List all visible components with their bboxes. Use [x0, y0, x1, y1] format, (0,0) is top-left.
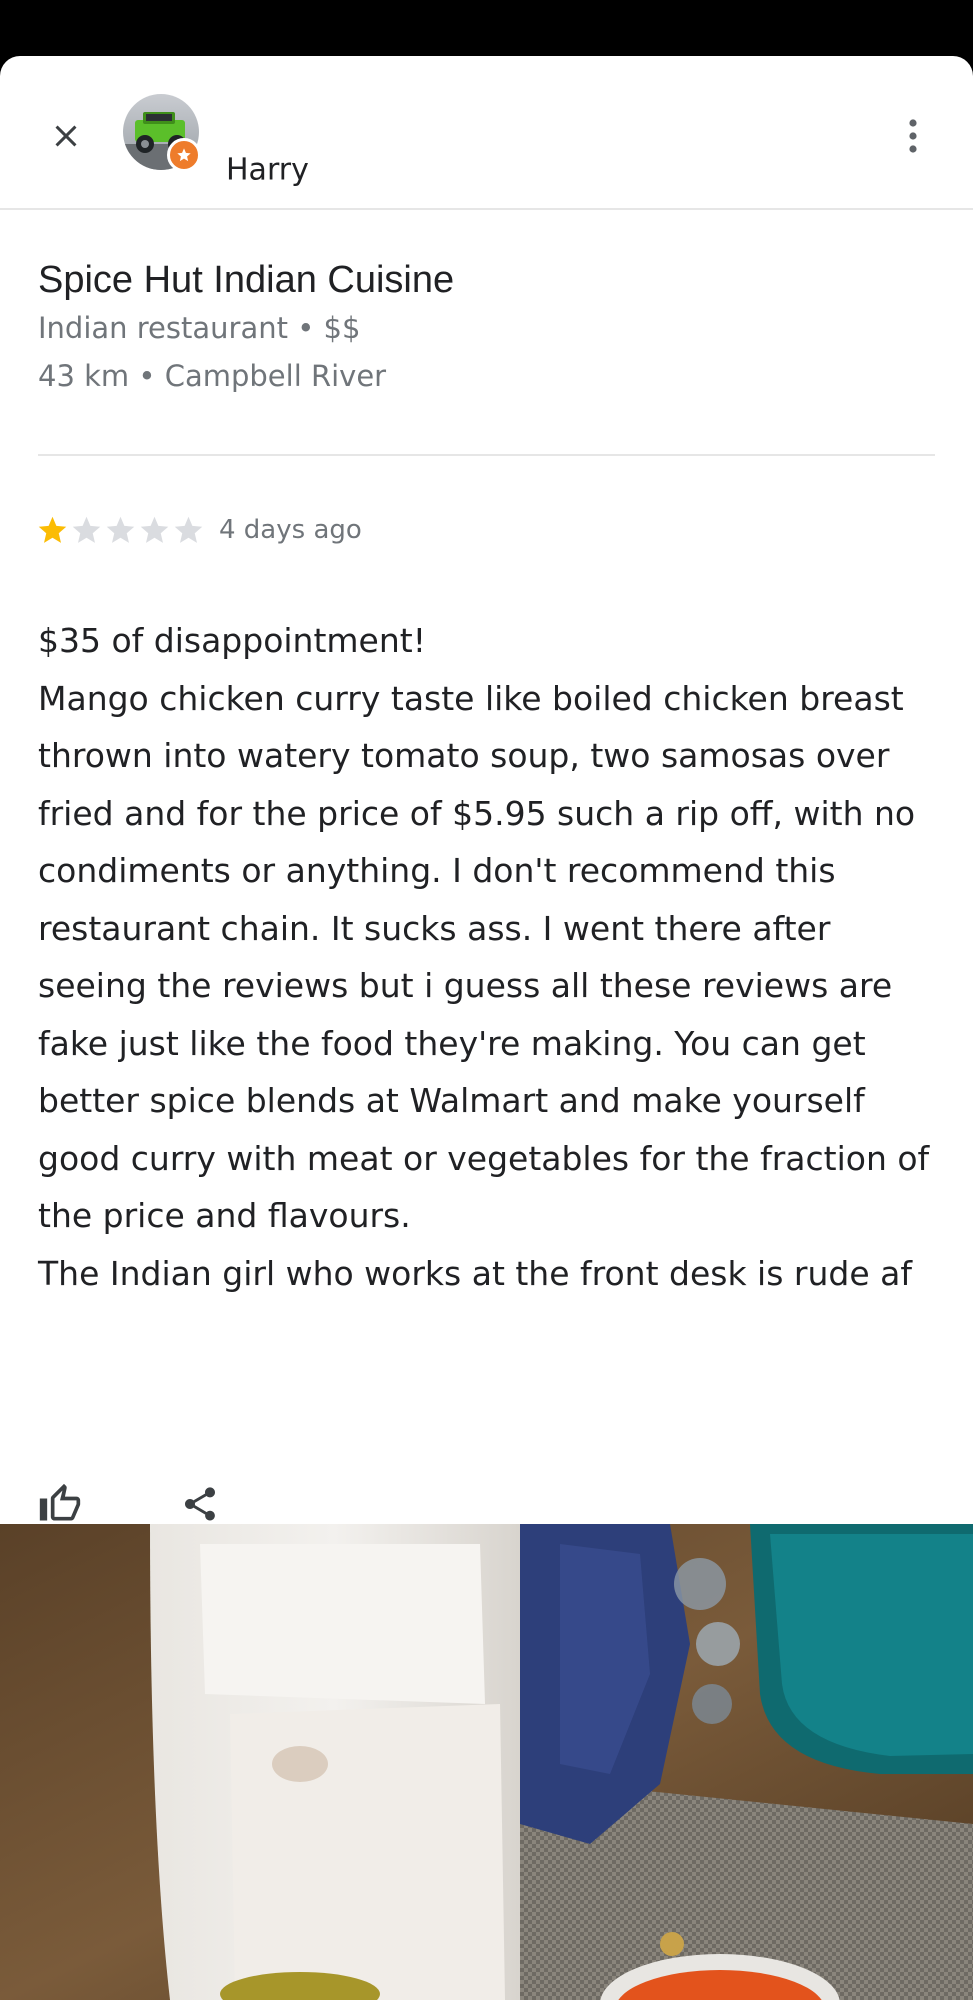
- more-vert-icon: [909, 119, 917, 153]
- local-guide-star-icon: [177, 148, 191, 162]
- star-filled-icon: [38, 516, 67, 543]
- author-name[interactable]: Harry: [226, 153, 309, 188]
- close-button[interactable]: [36, 106, 96, 166]
- star-rating: [36, 514, 205, 547]
- review-sheet: Harry Spice Hut Indian Cuisine Indian re…: [0, 56, 973, 2000]
- close-icon: [55, 125, 77, 147]
- review-date: 4 days ago: [219, 515, 362, 545]
- review-text: $35 of disappointment! Mango chicken cur…: [38, 621, 930, 1293]
- more-options-button[interactable]: [893, 106, 933, 166]
- star-empty-icon: [140, 516, 169, 543]
- share-icon: [185, 1487, 215, 1521]
- star-empty-icon: [174, 516, 203, 543]
- status-bar: [0, 0, 973, 56]
- rating-row: 4 days ago: [36, 508, 362, 552]
- place-name[interactable]: Spice Hut Indian Cuisine: [38, 256, 935, 304]
- review-photo-image: [0, 1524, 973, 2000]
- star-empty-icon: [106, 516, 135, 543]
- place-category-price: Indian restaurant • $$: [38, 311, 361, 345]
- review-header: Harry: [0, 56, 973, 210]
- local-guide-badge: [167, 138, 201, 172]
- avatar[interactable]: [123, 94, 201, 172]
- review-photo[interactable]: [0, 1524, 973, 2000]
- thumb-up-icon: [39, 1483, 81, 1521]
- divider: [38, 454, 935, 456]
- place-distance-city: 43 km • Campbell River: [38, 359, 387, 393]
- star-empty-icon: [72, 516, 101, 543]
- place-info[interactable]: Spice Hut Indian Cuisine Indian restaura…: [38, 256, 935, 400]
